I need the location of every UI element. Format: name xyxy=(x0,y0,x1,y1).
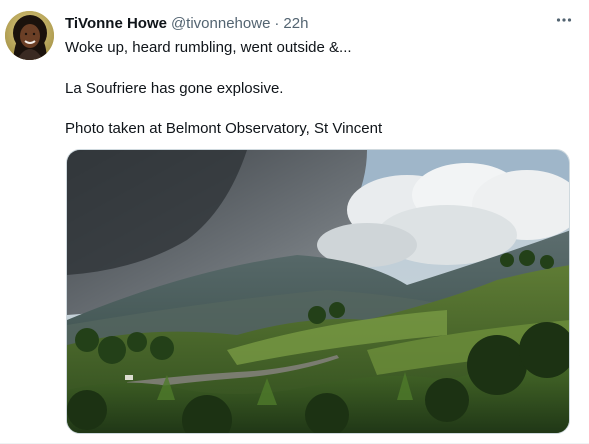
tweet-header: TiVonne Howe @tivonnehowe · 22h xyxy=(65,14,575,34)
author-handle[interactable]: @tivonnehowe xyxy=(171,14,270,34)
volcano-photo xyxy=(67,150,569,433)
author-display-name[interactable]: TiVonne Howe xyxy=(65,14,167,34)
tweet-photo[interactable] xyxy=(66,149,570,434)
more-horizontal-icon xyxy=(556,18,572,22)
avatar[interactable] xyxy=(5,11,54,60)
tweet-timestamp[interactable]: 22h xyxy=(283,14,308,34)
tweet-text-line: Woke up, heard rumbling, went outside &.… xyxy=(65,39,352,56)
avatar-image xyxy=(5,11,54,60)
tweet-text-line: La Soufriere has gone explosive. xyxy=(65,80,284,97)
more-options-button[interactable] xyxy=(553,9,575,31)
tweet[interactable]: TiVonne Howe @tivonnehowe · 22h Woke up,… xyxy=(0,0,589,444)
tweet-text-line: Photo taken at Belmont Observatory, St V… xyxy=(65,120,383,137)
separator-dot: · xyxy=(274,15,280,32)
